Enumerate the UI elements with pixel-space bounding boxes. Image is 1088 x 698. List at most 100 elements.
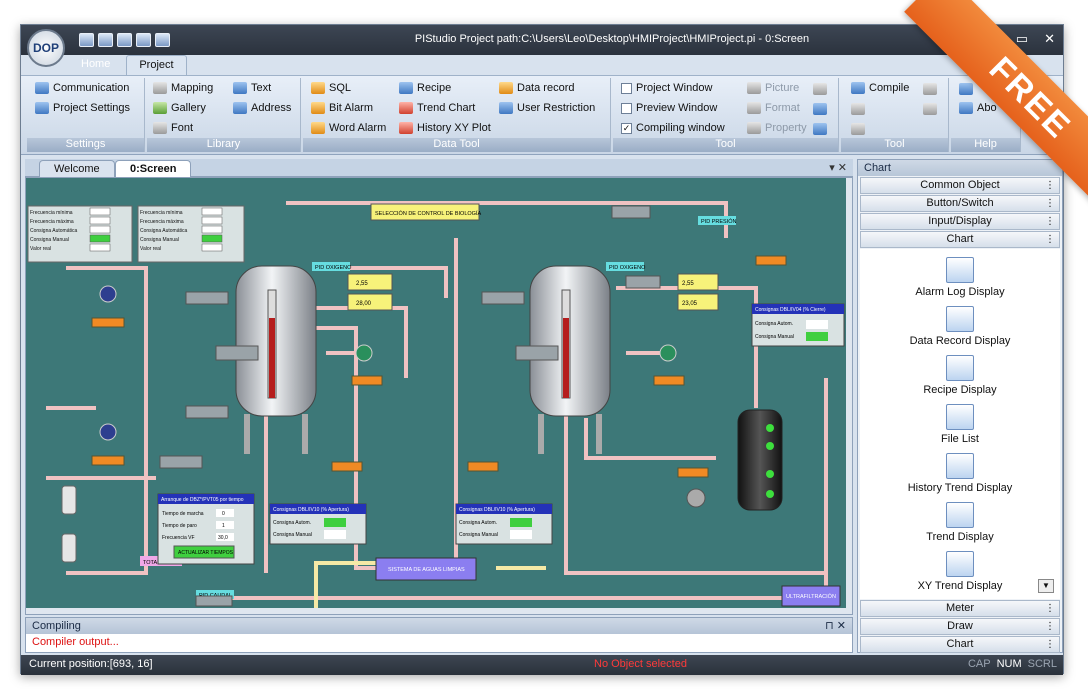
category-label: Common Object <box>920 179 1000 191</box>
property-button[interactable]: Property <box>747 122 807 134</box>
ribbon: Communication Project Settings Settings … <box>21 75 1063 155</box>
wrench-icon[interactable] <box>813 83 827 95</box>
format-button[interactable]: Format <box>747 102 800 114</box>
consignas-panel-3[interactable]: Consignas DBL/IV04 (% Cierre) Consigna A… <box>751 303 845 347</box>
monitor2-icon[interactable] <box>923 103 937 115</box>
checkbox-compiling-window[interactable]: ✓ <box>621 122 632 134</box>
recipe-button[interactable]: Recipe <box>399 82 451 94</box>
maximize-button[interactable]: ▭ <box>1016 31 1028 47</box>
tab-home[interactable]: Home <box>69 55 122 75</box>
status-bar: Current position:[693, 16] No Object sel… <box>21 655 1063 675</box>
close-button[interactable]: ✕ <box>1044 31 1055 47</box>
label-pid-oxigeno-2: PID OXIGENO <box>609 265 646 271</box>
address-button[interactable]: Address <box>233 102 291 114</box>
trend-chart-button[interactable]: Trend Chart <box>399 102 475 114</box>
compiling-controls[interactable]: ⊓ ✕ <box>825 618 846 634</box>
category-label: Chart <box>946 638 974 650</box>
pumps[interactable] <box>99 285 706 508</box>
category-button-switch[interactable]: Button/Switch ⋮ <box>860 195 1060 212</box>
project-settings-button[interactable]: Project Settings <box>35 102 130 114</box>
menu-dots-icon: ⋮ <box>1045 621 1055 632</box>
word-alarm-icon <box>311 122 325 134</box>
item-file-list[interactable]: File List <box>860 404 1060 445</box>
monitor-icon[interactable] <box>923 83 937 95</box>
simulate-icon[interactable] <box>851 123 865 135</box>
screen-canvas[interactable]: Frecuencia mínima Frecuencia máxima Cons… <box>25 177 853 615</box>
tank-dark[interactable] <box>737 409 783 511</box>
gallery-icon <box>153 102 167 114</box>
scrl-indicator: SCRL <box>1027 658 1057 670</box>
recipe-display-icon <box>946 355 974 381</box>
category-meter[interactable]: Meter ⋮ <box>860 600 1060 617</box>
history-xy-plot-button[interactable]: History XY Plot <box>399 122 491 134</box>
format-icon <box>747 102 761 114</box>
value-frecuencia: 30,0 <box>218 535 228 541</box>
compiling-window-checkbox[interactable]: ✓ Compiling window <box>621 122 725 134</box>
window-icon[interactable] <box>813 103 827 115</box>
category-chart[interactable]: Chart ⋮ <box>860 231 1060 248</box>
font-button[interactable]: Font <box>153 122 193 134</box>
help-icon[interactable] <box>959 83 973 95</box>
item-xy-trend-display[interactable]: XY Trend Display <box>860 551 1060 592</box>
panel-icon[interactable] <box>813 123 827 135</box>
document-tab-controls[interactable]: ▾ ✕ <box>829 161 847 174</box>
item-trend-display[interactable]: Trend Display <box>860 502 1060 543</box>
category-common-object[interactable]: Common Object ⋮ <box>860 177 1060 194</box>
bit-alarm-icon <box>311 102 325 114</box>
canvas-horizontal-scrollbar[interactable] <box>26 608 846 614</box>
compile-icon <box>851 82 865 94</box>
data-record-button[interactable]: Data record <box>499 82 574 94</box>
project-window-checkbox[interactable]: Project Window <box>621 82 712 94</box>
label-actualizar: ACTUALIZAR TIEMPOS <box>178 550 234 556</box>
readout-oxygen-right: 2,55 <box>682 281 694 287</box>
label-tiempo-paro: Tiempo de paro <box>162 523 197 529</box>
compile-button[interactable]: Compile <box>851 82 909 94</box>
group-label-help: Help <box>951 138 1020 152</box>
mapping-button[interactable]: Mapping <box>153 82 213 94</box>
compiler-output: Compiler output... <box>32 636 119 648</box>
category-input-display[interactable]: Input/Display ⋮ <box>860 213 1060 230</box>
bit-alarm-button[interactable]: Bit Alarm <box>311 102 373 114</box>
project-settings-icon <box>35 102 49 114</box>
tab-project[interactable]: Project <box>126 55 187 75</box>
user-restriction-button[interactable]: User Restriction <box>499 102 595 114</box>
item-recipe-display[interactable]: Recipe Display <box>860 355 1060 396</box>
menu-dots-icon: ⋮ <box>1045 198 1055 209</box>
app-logo[interactable]: DOP <box>27 29 65 67</box>
filter-tanks[interactable] <box>61 485 77 563</box>
hmi-diagram[interactable]: Frecuencia mínima Frecuencia máxima Cons… <box>26 178 846 608</box>
tab-0-screen[interactable]: 0:Screen <box>115 160 192 177</box>
consignas-panel-2[interactable]: Consignas DBL/IV10 (% Apertura) Consigna… <box>455 503 553 545</box>
about-button[interactable]: Abo <box>959 102 997 114</box>
tab-welcome[interactable]: Welcome <box>39 160 115 177</box>
panel-scroll-down-icon[interactable]: ▼ <box>1038 579 1054 593</box>
category-draw[interactable]: Draw ⋮ <box>860 618 1060 635</box>
application-window: PIStudio Project path:C:\Users\Leo\Deskt… <box>20 24 1064 675</box>
item-data-record-display[interactable]: Data Record Display <box>860 306 1060 347</box>
menu-dots-icon: ⋮ <box>1045 639 1055 650</box>
item-alarm-log-display[interactable]: Alarm Log Display <box>860 257 1060 298</box>
download-icon[interactable] <box>851 103 865 115</box>
history-trend-icon <box>946 453 974 479</box>
arranque-panel[interactable]: Arranque de DBZ*/PVT05 por tiempo Tiempo… <box>157 493 255 565</box>
item-history-trend-display[interactable]: History Trend Display <box>860 453 1060 494</box>
text-button[interactable]: Text <box>233 82 271 94</box>
window-controls: _ ▭ ✕ <box>993 31 1055 47</box>
gallery-button[interactable]: Gallery <box>153 102 206 114</box>
file-list-icon <box>946 404 974 430</box>
preview-window-checkbox[interactable]: Preview Window <box>621 102 717 114</box>
property-icon <box>747 122 761 134</box>
recipe-icon <box>399 82 413 94</box>
category-chart-bottom[interactable]: Chart ⋮ <box>860 636 1060 653</box>
item-label: History Trend Display <box>907 482 1013 494</box>
minimize-button[interactable]: _ <box>993 31 1000 47</box>
checkbox-preview-window[interactable] <box>621 102 632 114</box>
communication-button[interactable]: Communication <box>35 82 129 94</box>
consignas-panel-1[interactable]: Consignas DBL/IV10 (% Apertura) Consigna… <box>269 503 367 545</box>
sql-button[interactable]: SQL <box>311 82 351 94</box>
canvas-vertical-scrollbar[interactable] <box>846 178 852 614</box>
checkbox-project-window[interactable] <box>621 82 632 94</box>
label-pid-presion: PID PRESIÓN <box>701 218 736 225</box>
word-alarm-button[interactable]: Word Alarm <box>311 122 386 134</box>
picture-button[interactable]: Picture <box>747 82 799 94</box>
